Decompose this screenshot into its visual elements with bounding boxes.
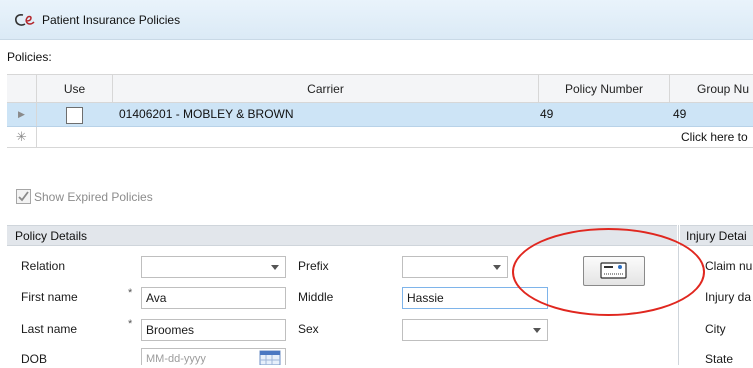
first-name-field[interactable]: Ava — [141, 287, 286, 309]
grid-header: Use Carrier Policy Number Group Nu — [7, 74, 753, 104]
prefix-label: Prefix — [298, 259, 329, 273]
show-expired-checkbox[interactable] — [16, 189, 31, 204]
window-title: Patient Insurance Policies — [42, 13, 181, 27]
last-name-label: Last name — [21, 322, 78, 336]
relation-label: Relation — [21, 259, 66, 273]
required-marker: * — [128, 287, 133, 299]
table-row[interactable]: ▶ 01406201 - MOBLEY & BROWN 49 49 — [7, 103, 753, 127]
sex-label: Sex — [298, 322, 319, 336]
window-title-bar: Patient Insurance Policies — [0, 0, 753, 40]
calendar-icon[interactable] — [258, 349, 282, 366]
sex-dropdown[interactable] — [402, 319, 548, 341]
claim-number-label: Claim nu — [705, 259, 753, 273]
policies-label: Policies: — [7, 50, 52, 64]
chevron-down-icon — [271, 265, 279, 270]
column-header-carrier[interactable]: Carrier — [113, 75, 539, 104]
row-pointer-icon: ▶ — [7, 103, 37, 126]
last-name-field[interactable]: Broomes — [141, 319, 286, 341]
chevron-down-icon — [493, 265, 501, 270]
policy-number-cell: 49 — [540, 107, 554, 121]
new-row[interactable]: ✳ Click here to — [7, 127, 753, 148]
annotation-circle — [512, 228, 705, 316]
prefix-dropdown[interactable] — [402, 256, 508, 278]
column-header-use[interactable]: Use — [37, 75, 113, 104]
middle-label: Middle — [298, 290, 334, 304]
use-checkbox[interactable] — [66, 107, 83, 124]
relation-dropdown[interactable] — [141, 256, 286, 278]
new-row-asterisk-icon: ✳ — [7, 127, 37, 147]
new-row-hint[interactable]: Click here to — [681, 127, 753, 148]
carrier-cell: 01406201 - MOBLEY & BROWN — [119, 107, 294, 121]
ce-logo-icon — [14, 12, 36, 28]
show-expired-label[interactable]: Show Expired Policies — [34, 190, 153, 204]
injury-date-label: Injury da — [705, 290, 752, 304]
column-header-policy-number[interactable]: Policy Number — [539, 75, 670, 104]
state-label: State — [705, 352, 734, 366]
city-label: City — [705, 322, 726, 336]
chevron-down-icon — [533, 328, 541, 333]
first-name-label: First name — [21, 290, 78, 304]
column-header-group-number[interactable]: Group Nu — [670, 75, 753, 104]
policies-grid: Use Carrier Policy Number Group Nu ▶ 014… — [7, 74, 753, 148]
dob-label: DOB — [21, 352, 48, 366]
injury-details-header: Injury Detai — [680, 225, 753, 246]
required-marker: * — [128, 318, 133, 330]
group-number-cell: 49 — [673, 107, 687, 121]
row-header-corner — [7, 75, 37, 104]
